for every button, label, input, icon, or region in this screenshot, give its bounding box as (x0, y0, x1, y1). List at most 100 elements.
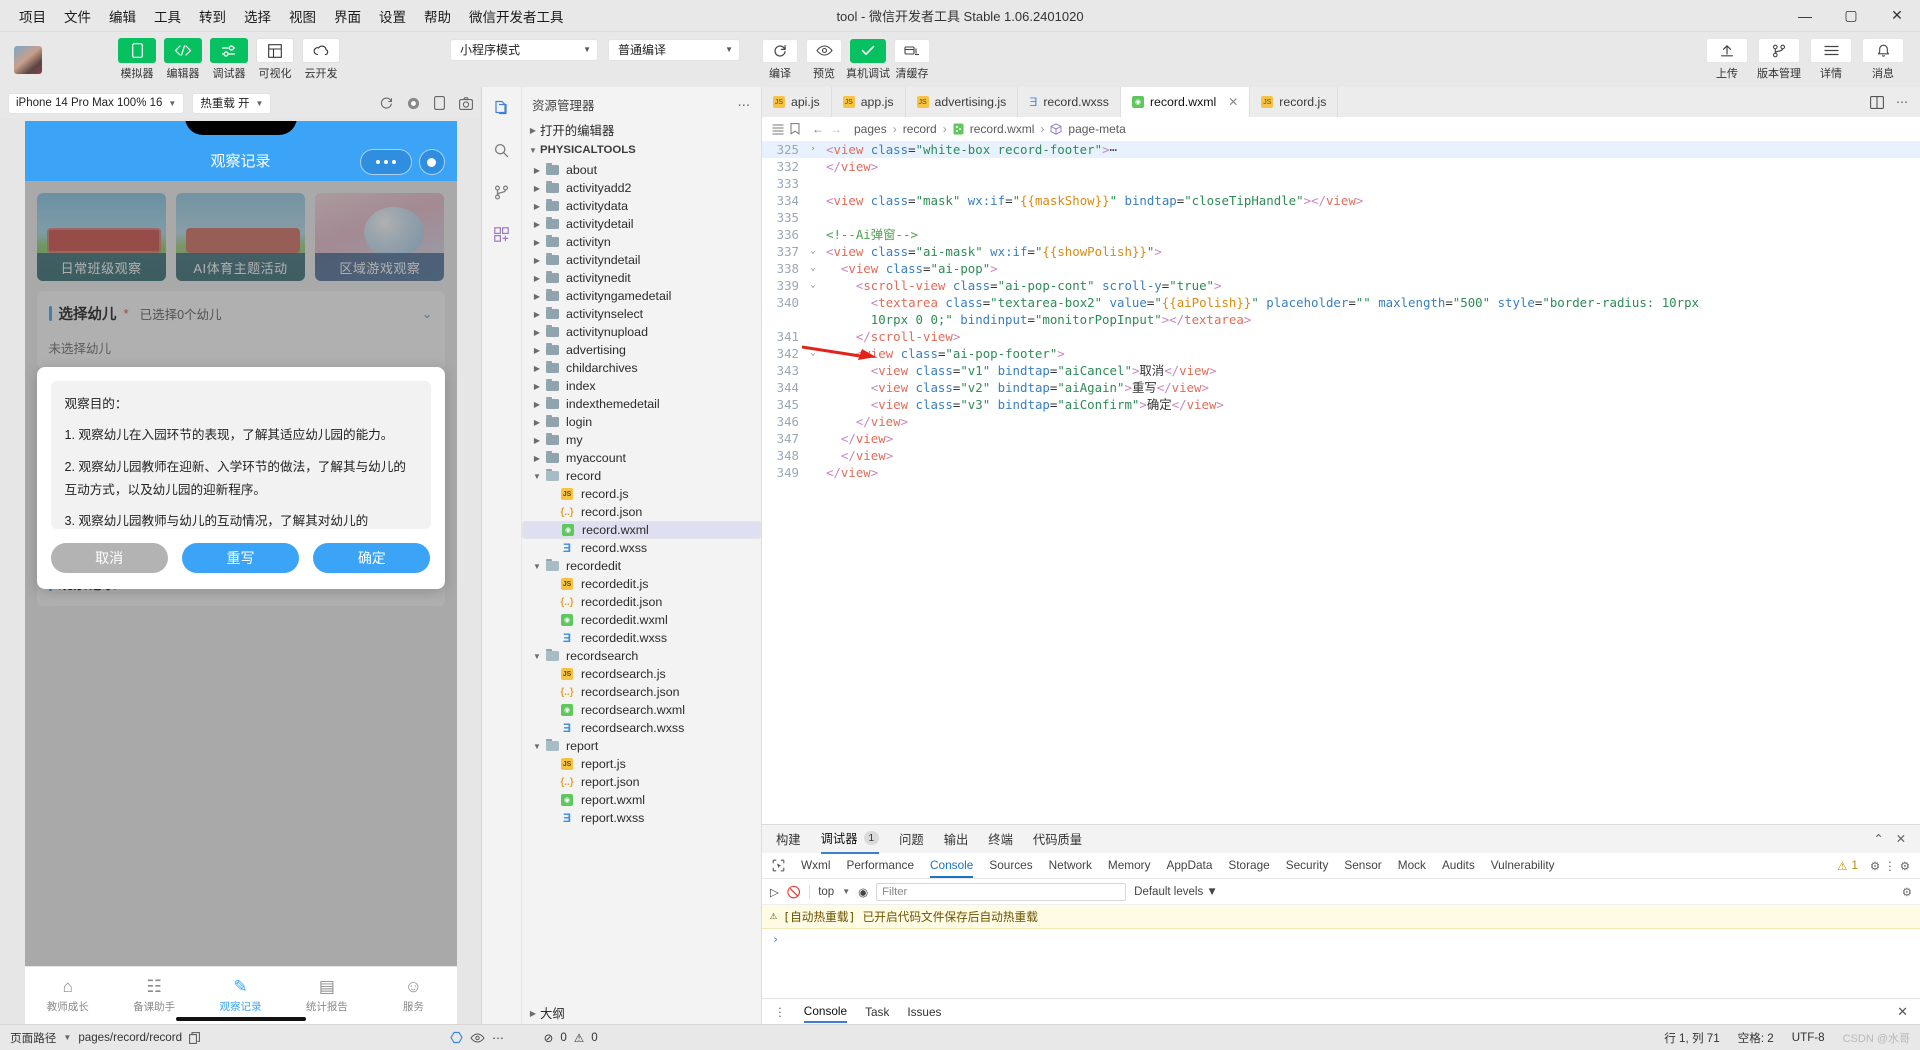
ai-popup-content[interactable]: 观察目的： 1. 观察幼儿在入园环节的表现，了解其适应幼儿园的能力。 2. 观察… (50, 381, 431, 529)
console-context[interactable]: top (818, 886, 834, 898)
close-icon[interactable]: ✕ (1896, 832, 1906, 846)
more-icon[interactable]: ⋮ (1884, 859, 1896, 873)
search-icon[interactable] (489, 137, 515, 163)
tree-folder-row[interactable]: ▶ activitydata (522, 197, 761, 215)
code-area[interactable]: 325 › <view class="white-box record-footer… (762, 141, 1920, 824)
tabbar-item-observation-record[interactable]: ✎ 观察记录 (197, 977, 283, 1014)
more-icon[interactable]: ⋮ (774, 1005, 786, 1019)
toolbar-button-version[interactable]: 版本管理 (1757, 38, 1801, 81)
devtools-tab-sources[interactable]: Sources (989, 854, 1032, 878)
close-icon[interactable]: ✕ (1874, 0, 1920, 32)
chevron-down-icon[interactable]: ▼ (842, 887, 850, 896)
tree-folder-row[interactable]: ▶ activitynedit (522, 269, 761, 287)
toolbar-button-debugger[interactable]: 调试器 (210, 38, 248, 81)
tree-folder-row[interactable]: ▶ advertising (522, 341, 761, 359)
toolbar-button-clearcache[interactable]: 清缓存 (894, 38, 930, 81)
toolbar-button-compile[interactable]: 编译 (762, 38, 798, 81)
close-icon[interactable]: ✕ (1228, 95, 1238, 109)
split-editor-icon[interactable] (1870, 95, 1884, 109)
tree-folder-row[interactable]: ▶ my (522, 431, 761, 449)
tree-file-row[interactable]: •JSreport.js (522, 755, 761, 773)
gear-icon[interactable]: ⚙ (1870, 859, 1880, 873)
drawer-tab-console[interactable]: Console (803, 1001, 848, 1023)
breadcrumb-item-file[interactable]: record.wxml (970, 122, 1035, 136)
rotate-icon[interactable] (380, 97, 393, 110)
toolbar-button-cloud[interactable]: 云开发 (302, 38, 340, 81)
more-icon[interactable]: ⋯ (492, 1031, 504, 1045)
devtools-tab-security[interactable]: Security (1286, 854, 1329, 878)
menu-item-file[interactable]: 文件 (55, 2, 100, 30)
tree-folder-row[interactable]: ▶ index (522, 377, 761, 395)
menu-item-help[interactable]: 帮助 (415, 2, 460, 30)
tree-folder-row[interactable]: ▶ about (522, 161, 761, 179)
toolbar-button-upload[interactable]: 上传 (1706, 38, 1748, 81)
editor-tab-app-js[interactable]: JS app.js (831, 87, 906, 117)
eye-icon[interactable] (470, 1032, 485, 1043)
tree-folder-row[interactable]: ▶ activityngamedetail (522, 287, 761, 305)
category-card[interactable]: AI体育主题活动 (175, 193, 306, 281)
ai-cancel-button[interactable]: 取消 (50, 543, 168, 573)
collapse-icon[interactable]: ⌃ (1873, 832, 1883, 846)
tree-file-row[interactable]: •JSrecordsearch.js (522, 665, 761, 683)
category-card[interactable]: 区域游戏观察 (315, 193, 445, 281)
toolbar-button-editor[interactable]: 编辑器 (164, 38, 202, 81)
tabbar-item-service[interactable]: ☺ 服务 (370, 977, 456, 1014)
tree-file-row[interactable]: •◉report.wxml (522, 791, 761, 809)
mode-select[interactable]: 小程序模式 ▼ (450, 38, 598, 61)
source-control-icon[interactable] (489, 179, 515, 205)
tree-file-row[interactable]: •Ǝrecordedit.wxss (522, 629, 761, 647)
tree-file-row[interactable]: •{..}record.json (522, 503, 761, 521)
ai-rewrite-button[interactable]: 重写 (181, 543, 300, 573)
menu-item-select[interactable]: 选择 (235, 2, 280, 30)
menu-item-devtools[interactable]: 微信开发者工具 (460, 2, 573, 30)
clear-console-icon[interactable]: 🚫 (787, 885, 801, 899)
tree-file-row[interactable]: •◉recordsearch.wxml (522, 701, 761, 719)
tabbar-item-lesson-assistant[interactable]: ☷ 备课助手 (111, 977, 197, 1014)
copy-icon[interactable] (189, 1031, 200, 1044)
fold-icon[interactable]: › (806, 141, 820, 158)
console-settings-icon[interactable]: ⚙ (1902, 885, 1912, 899)
tree-folder-row[interactable]: ▼ report (522, 737, 761, 755)
devtools-tab-vulnerability[interactable]: Vulnerability (1491, 854, 1555, 878)
devtools-tab-network[interactable]: Network (1049, 854, 1092, 878)
status-diagnostics[interactable]: ⊘ 0 ⚠ 0 (544, 1031, 598, 1045)
devtools-tab-sensor[interactable]: Sensor (1344, 854, 1381, 878)
device-select[interactable]: iPhone 14 Pro Max 100% 16 ▼ (8, 92, 185, 114)
menu-item-settings[interactable]: 设置 (370, 2, 415, 30)
devtools-tab-wxml[interactable]: Wxml (801, 854, 830, 878)
category-card[interactable]: 日常班级观察 (36, 193, 166, 281)
toolbar-button-simulator[interactable]: 模拟器 (118, 38, 156, 81)
tabbar-item-teacher-growth[interactable]: ⌂ 教师成长 (25, 977, 111, 1014)
tree-folder-row[interactable]: ▼ record (522, 467, 761, 485)
tree-folder-row[interactable]: ▶ myaccount (522, 449, 761, 467)
fold-icon[interactable]: ⌄ (806, 277, 820, 294)
tree-folder-row[interactable]: ▶ login (522, 413, 761, 431)
tree-folder-row[interactable]: ▶ activitynselect (522, 305, 761, 323)
outline-row[interactable]: ▶ 大纲 (522, 1002, 761, 1024)
tree-folder-row[interactable]: ▼ recordedit (522, 557, 761, 575)
editor-tab-record-js[interactable]: JS record.js (1250, 87, 1339, 117)
devtools-tab-mock[interactable]: Mock (1398, 854, 1426, 878)
drawer-tab-issues[interactable]: Issues (907, 1005, 941, 1019)
tree-folder-row[interactable]: ▶ activitydetail (522, 215, 761, 233)
toolbar-button-messages[interactable]: 消息 (1862, 38, 1904, 81)
tree-file-row[interactable]: •{..}recordedit.json (522, 593, 761, 611)
devtools-tab-memory[interactable]: Memory (1108, 854, 1151, 878)
bottom-tab-terminal[interactable]: 终端 (988, 825, 1013, 853)
devtools-tab-storage[interactable]: Storage (1228, 854, 1269, 878)
devtools-warning-count[interactable]: ⚠ 1 ⚙ ⋮ ⚙ (1837, 859, 1910, 873)
minimize-icon[interactable]: — (1782, 0, 1828, 32)
breadcrumb-item-record[interactable]: record (903, 122, 937, 136)
execute-icon[interactable]: ▷ (770, 885, 779, 899)
inspect-element-icon[interactable] (772, 859, 785, 872)
status-indent[interactable]: 空格: 2 (1738, 1030, 1774, 1046)
devtools-tab-console[interactable]: Console (930, 854, 974, 878)
record-icon[interactable] (407, 97, 420, 110)
console-levels[interactable]: Default levels ▼ (1134, 886, 1218, 898)
ai-confirm-button[interactable]: 确定 (313, 543, 431, 573)
tree-file-row[interactable]: •JSrecordedit.js (522, 575, 761, 593)
tree-folder-row[interactable]: ▶ childarchives (522, 359, 761, 377)
bottom-tab-problems[interactable]: 问题 (899, 825, 924, 853)
chevron-down-icon[interactable]: ⌄ (422, 306, 433, 322)
status-encoding[interactable]: UTF-8 (1792, 1031, 1825, 1044)
